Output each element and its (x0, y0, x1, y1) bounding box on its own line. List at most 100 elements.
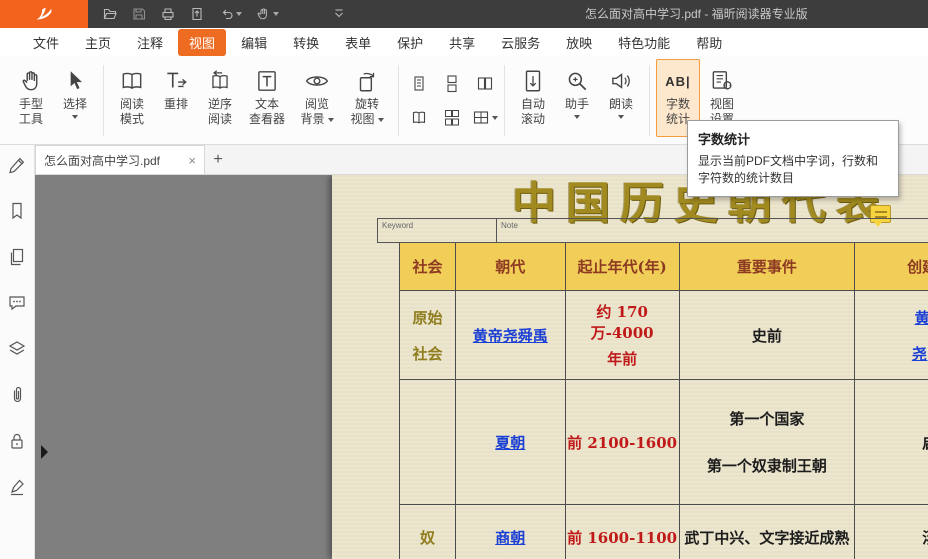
tooltip-title: 字数统计 (688, 121, 898, 151)
menu-file[interactable]: 文件 (22, 29, 70, 56)
word-count-tooltip: 字数统计 显示当前PDF文档中字词，行数和字符数的统计数目 (687, 120, 899, 197)
navigation-sidebar (0, 145, 35, 559)
panel-collapse-toggle[interactable] (41, 445, 48, 459)
note-field[interactable]: Note (497, 219, 522, 242)
menu-form[interactable]: 表单 (334, 29, 382, 56)
period-cell: 前 2100-1600 (566, 380, 680, 505)
ribbon-group-page-display (402, 67, 501, 135)
menu-view[interactable]: 视图 (178, 29, 226, 56)
split-dropdown-caret-icon[interactable] (492, 116, 498, 120)
dynasty-link[interactable]: 夏朝 (495, 432, 525, 453)
bookmark-icon (7, 201, 27, 221)
document-canvas[interactable]: 中国历史朝代表 Keyword Note 社会 朝代 起止年代(年) 重要事件 … (35, 175, 928, 559)
select-tool-button[interactable]: 选择 (53, 59, 97, 137)
text-viewer-button[interactable]: 文本 查看器 (242, 59, 292, 137)
rotate-view-icon (354, 68, 380, 94)
auto-scroll-icon (520, 68, 546, 94)
founder-link[interactable]: 尧|舜 (912, 343, 928, 364)
events-cell: 史前 (680, 291, 856, 380)
form-field-band: Keyword Note (377, 218, 928, 243)
single-page-view-button[interactable] (404, 69, 434, 99)
read-mode-button[interactable]: 阅读 模式 (110, 59, 154, 137)
main-area: 怎么面对高中学习.pdf × + 中国历史朝代表 Keyword Note 社会 (35, 145, 928, 559)
sidebar-item-attachments[interactable] (7, 385, 27, 405)
sidebar-item-annotate[interactable] (7, 155, 27, 175)
read-aloud-dropdown-caret-icon[interactable] (618, 115, 624, 119)
save-button[interactable] (131, 6, 147, 22)
ribbon-group-separator (649, 65, 650, 136)
export-button[interactable] (189, 6, 205, 22)
rotate-dropdown-caret-icon[interactable] (378, 118, 384, 122)
menu-present[interactable]: 放映 (555, 29, 603, 56)
menu-protect[interactable]: 保护 (386, 29, 434, 56)
reflow-button[interactable]: 重排 (154, 59, 198, 137)
book-view-button[interactable] (404, 103, 434, 133)
sidebar-item-bookmarks[interactable] (7, 201, 27, 221)
facing-page-icon (476, 75, 494, 93)
menu-help[interactable]: 帮助 (685, 29, 733, 56)
customize-toolbar-button[interactable] (331, 6, 347, 22)
document-tab[interactable]: 怎么面对高中学习.pdf × (35, 145, 205, 174)
period-cell: 前 1600-1100 (566, 505, 680, 559)
keyword-field[interactable]: Keyword (378, 219, 497, 242)
table-header-cell: 朝代 (456, 243, 566, 291)
split-view-button[interactable] (472, 109, 498, 127)
continuous-view-button[interactable] (437, 69, 467, 99)
founder-link[interactable]: 黄帝 (915, 307, 928, 328)
undo-icon (218, 6, 234, 22)
hand-tool-quick-button[interactable] (255, 6, 279, 22)
sidebar-item-signature[interactable] (7, 477, 27, 497)
hand-tool-button[interactable]: 手型 工具 (9, 59, 53, 137)
menu-comment[interactable]: 注释 (126, 29, 174, 56)
founder-cell: 黄帝 尧|舜 (855, 291, 928, 380)
undo-button[interactable] (218, 6, 242, 22)
sidebar-item-pages[interactable] (7, 247, 27, 267)
reverse-read-button[interactable]: 逆序 阅读 (198, 59, 242, 137)
events-cell: 第一个国家 第一个奴隶制王朝 (680, 380, 856, 505)
dynasty-link[interactable]: 黄帝尧舜禹 (473, 325, 548, 346)
sidebar-item-layers[interactable] (7, 339, 27, 359)
eye-icon (304, 68, 330, 94)
undo-dropdown-caret-icon[interactable] (236, 12, 242, 16)
pages-icon (7, 247, 27, 267)
print-button[interactable] (160, 6, 176, 22)
auto-scroll-button[interactable]: 自动 滚动 (511, 59, 555, 137)
new-tab-button[interactable]: + (205, 145, 231, 174)
ribbon-group-assist: 自动 滚动 助手 朗读 (508, 59, 646, 137)
split-view-icon (472, 109, 490, 127)
select-dropdown-caret-icon[interactable] (72, 115, 78, 119)
rotate-view-button[interactable]: 旋转 视图 (342, 59, 392, 137)
read-aloud-speaker-icon (608, 68, 634, 94)
table-header-cell: 起止年代(年) (566, 243, 680, 291)
pdf-page: 中国历史朝代表 Keyword Note 社会 朝代 起止年代(年) 重要事件 … (332, 175, 928, 559)
workspace: 怎么面对高中学习.pdf × + 中国历史朝代表 Keyword Note 社会 (0, 145, 928, 559)
dynasty-cell: 黄帝尧舜禹 (456, 291, 566, 380)
facing-continuous-button[interactable] (437, 103, 467, 133)
hand-dropdown-caret-icon[interactable] (273, 12, 279, 16)
open-file-button[interactable] (102, 6, 118, 22)
menu-share[interactable]: 共享 (438, 29, 486, 56)
tab-close-icon[interactable]: × (188, 154, 196, 167)
quick-access-toolbar (102, 6, 347, 22)
reverse-read-icon (207, 68, 233, 94)
menu-features[interactable]: 特色功能 (607, 29, 681, 56)
ribbon-group-separator (103, 65, 104, 136)
open-folder-icon (102, 6, 118, 22)
menu-home[interactable]: 主页 (74, 29, 122, 56)
menu-edit[interactable]: 编辑 (230, 29, 278, 56)
menu-convert[interactable]: 转换 (282, 29, 330, 56)
assistant-dropdown-caret-icon[interactable] (574, 115, 580, 119)
dynasty-link[interactable]: 商朝 (495, 527, 525, 548)
menu-cloud[interactable]: 云服务 (490, 29, 551, 56)
read-aloud-button[interactable]: 朗读 (599, 59, 643, 137)
facing-view-button[interactable] (470, 69, 500, 99)
read-background-button[interactable]: 阅览 背景 (292, 59, 342, 137)
background-dropdown-caret-icon[interactable] (328, 118, 334, 122)
foxit-logo[interactable] (0, 0, 88, 28)
chevron-down-icon (331, 6, 347, 22)
sidebar-item-security[interactable] (7, 431, 27, 451)
ribbon-group-tools: 手型 工具 选择 (6, 59, 100, 137)
document-tab-label: 怎么面对高中学习.pdf (44, 152, 182, 169)
assistant-button[interactable]: 助手 (555, 59, 599, 137)
sidebar-item-comments[interactable] (7, 293, 27, 313)
